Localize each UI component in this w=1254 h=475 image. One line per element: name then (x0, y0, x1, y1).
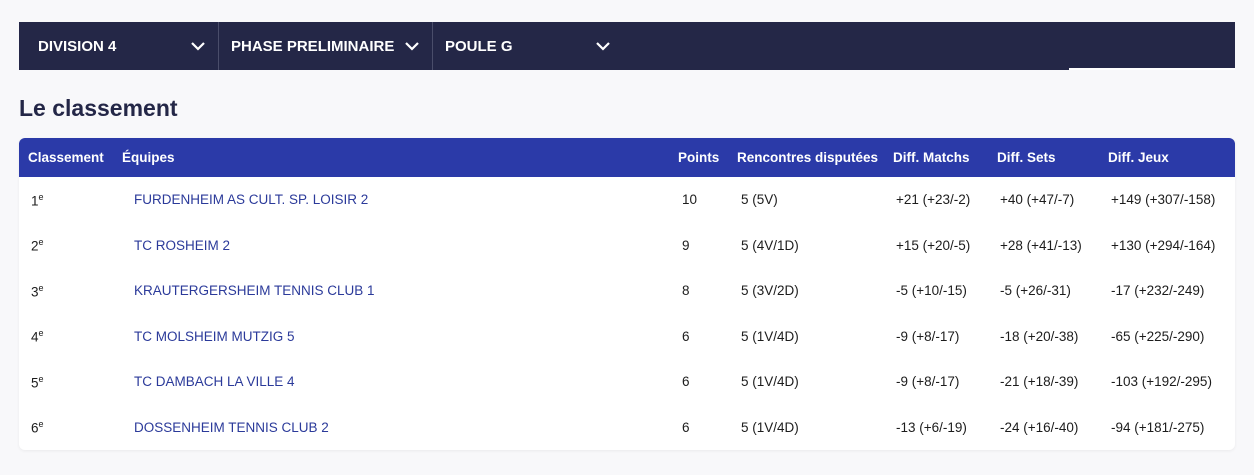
points-cell: 9 (682, 237, 690, 253)
rank-cell: 3e (19, 268, 122, 314)
table-row: 6e DOSSENHEIM TENNIS CLUB 2 6 5 (1V/4D) … (19, 405, 1235, 451)
standings-table-card: Classement Équipes Points Rencontres dis… (19, 138, 1235, 450)
rank-suffix: e (38, 237, 44, 247)
team-link[interactable]: FURDENHEIM AS CULT. SP. LOISIR 2 (134, 192, 368, 207)
diff-jeux-cell: -94 (+181/-275) (1111, 419, 1205, 435)
rencontres-cell: 5 (1V/4D) (741, 419, 799, 435)
header-diff-matchs: Diff. Matchs (893, 150, 970, 165)
rencontres-cell: 5 (3V/2D) (741, 283, 799, 299)
team-link[interactable]: TC DAMBACH LA VILLE 4 (134, 374, 295, 389)
rank-cell: 6e (19, 405, 122, 451)
rank-suffix: e (38, 282, 44, 293)
header-classement: Classement (28, 150, 104, 165)
rencontres-cell: 5 (1V/4D) (741, 328, 799, 344)
points-cell: 8 (682, 283, 690, 299)
rencontres-cell: 5 (5V) (741, 192, 778, 208)
table-header-row: Classement Équipes Points Rencontres dis… (19, 138, 1235, 177)
rank-cell: 4e (19, 314, 122, 360)
diff-sets-cell: -21 (+18/-39) (1000, 374, 1079, 390)
diff-jeux-cell: -17 (+232/-249) (1111, 283, 1205, 299)
rank-value: 2 (31, 238, 39, 254)
poule-dropdown[interactable]: POULE G (433, 22, 623, 70)
team-cell: KRAUTERGERSHEIM TENNIS CLUB 1 (122, 268, 678, 314)
diff-matchs-cell: -13 (+6/-19) (896, 419, 967, 435)
team-link[interactable]: TC MOLSHEIM MUTZIG 5 (134, 329, 295, 344)
header-equipes: Équipes (122, 150, 175, 165)
section-title: Le classement (19, 95, 178, 121)
team-link[interactable]: KRAUTERGERSHEIM TENNIS CLUB 1 (134, 283, 375, 298)
team-link[interactable]: TC ROSHEIM 2 (134, 238, 230, 253)
chevron-down-icon (405, 42, 419, 51)
points-cell: 10 (682, 192, 698, 208)
points-cell: 6 (682, 328, 690, 344)
filter-bar: DIVISION 4 PHASE PRELIMINAIRE POULE G (19, 22, 1235, 70)
rencontres-cell: 5 (4V/1D) (741, 237, 799, 253)
chevron-down-icon (596, 42, 610, 51)
diff-sets-cell: +40 (+47/-7) (1000, 192, 1075, 208)
phase-dropdown[interactable]: PHASE PRELIMINAIRE (219, 22, 433, 70)
filter-bar-underline (1069, 68, 1235, 70)
table-row: 2e TC ROSHEIM 2 9 5 (4V/1D) +15 (+20/-5)… (19, 223, 1235, 269)
chevron-down-icon (191, 42, 205, 51)
team-cell: TC MOLSHEIM MUTZIG 5 (122, 314, 678, 360)
rank-value: 5 (31, 375, 39, 390)
diff-matchs-cell: +21 (+23/-2) (896, 192, 971, 208)
points-cell: 6 (682, 419, 690, 435)
header-rencontres: Rencontres disputées (737, 150, 879, 165)
header-diff-sets: Diff. Sets (997, 150, 1056, 165)
division-dropdown-label: DIVISION 4 (38, 37, 117, 55)
points-cell: 6 (682, 374, 690, 390)
rank-value: 3 (31, 284, 39, 299)
rank-suffix: e (38, 419, 44, 429)
team-cell: TC ROSHEIM 2 (122, 223, 678, 269)
table-row: 5e TC DAMBACH LA VILLE 4 6 5 (1V/4D) -9 … (19, 359, 1235, 405)
rank-value: 1 (31, 193, 39, 208)
header-points: Points (678, 150, 720, 165)
table-row: 4e TC MOLSHEIM MUTZIG 5 6 5 (1V/4D) -9 (… (19, 314, 1235, 360)
standings-table: Classement Équipes Points Rencontres dis… (19, 138, 1235, 450)
rank-suffix: e (38, 328, 44, 338)
division-dropdown[interactable]: DIVISION 4 (19, 22, 219, 70)
rank-cell: 5e (19, 359, 122, 405)
team-cell: FURDENHEIM AS CULT. SP. LOISIR 2 (122, 177, 678, 223)
diff-jeux-cell: +149 (+307/-158) (1111, 192, 1216, 208)
diff-sets-cell: -24 (+16/-40) (1000, 419, 1079, 435)
rank-suffix: e (38, 373, 44, 384)
team-cell: TC DAMBACH LA VILLE 4 (122, 359, 678, 405)
rank-value: 6 (31, 420, 39, 436)
rencontres-cell: 5 (1V/4D) (741, 374, 799, 390)
diff-sets-cell: -18 (+20/-38) (1000, 328, 1079, 344)
diff-matchs-cell: +15 (+20/-5) (896, 237, 971, 253)
diff-sets-cell: +28 (+41/-13) (1000, 237, 1082, 253)
diff-matchs-cell: -5 (+10/-15) (896, 283, 967, 299)
diff-jeux-cell: +130 (+294/-164) (1111, 237, 1216, 253)
table-row: 3e KRAUTERGERSHEIM TENNIS CLUB 1 8 5 (3V… (19, 268, 1235, 314)
diff-jeux-cell: -65 (+225/-290) (1111, 328, 1205, 344)
diff-sets-cell: -5 (+26/-31) (1000, 283, 1071, 299)
diff-matchs-cell: -9 (+8/-17) (896, 374, 960, 390)
phase-dropdown-label: PHASE PRELIMINAIRE (231, 37, 395, 55)
rank-suffix: e (38, 191, 44, 202)
team-cell: DOSSENHEIM TENNIS CLUB 2 (122, 405, 678, 451)
diff-matchs-cell: -9 (+8/-17) (896, 328, 960, 344)
rank-cell: 1e (19, 177, 122, 223)
header-diff-jeux: Diff. Jeux (1108, 150, 1169, 165)
diff-jeux-cell: -103 (+192/-295) (1111, 374, 1212, 390)
table-row: 1e FURDENHEIM AS CULT. SP. LOISIR 2 10 5… (19, 177, 1235, 223)
team-link[interactable]: DOSSENHEIM TENNIS CLUB 2 (134, 420, 329, 435)
rank-value: 4 (31, 329, 39, 345)
rank-cell: 2e (19, 223, 122, 269)
poule-dropdown-label: POULE G (445, 37, 513, 55)
